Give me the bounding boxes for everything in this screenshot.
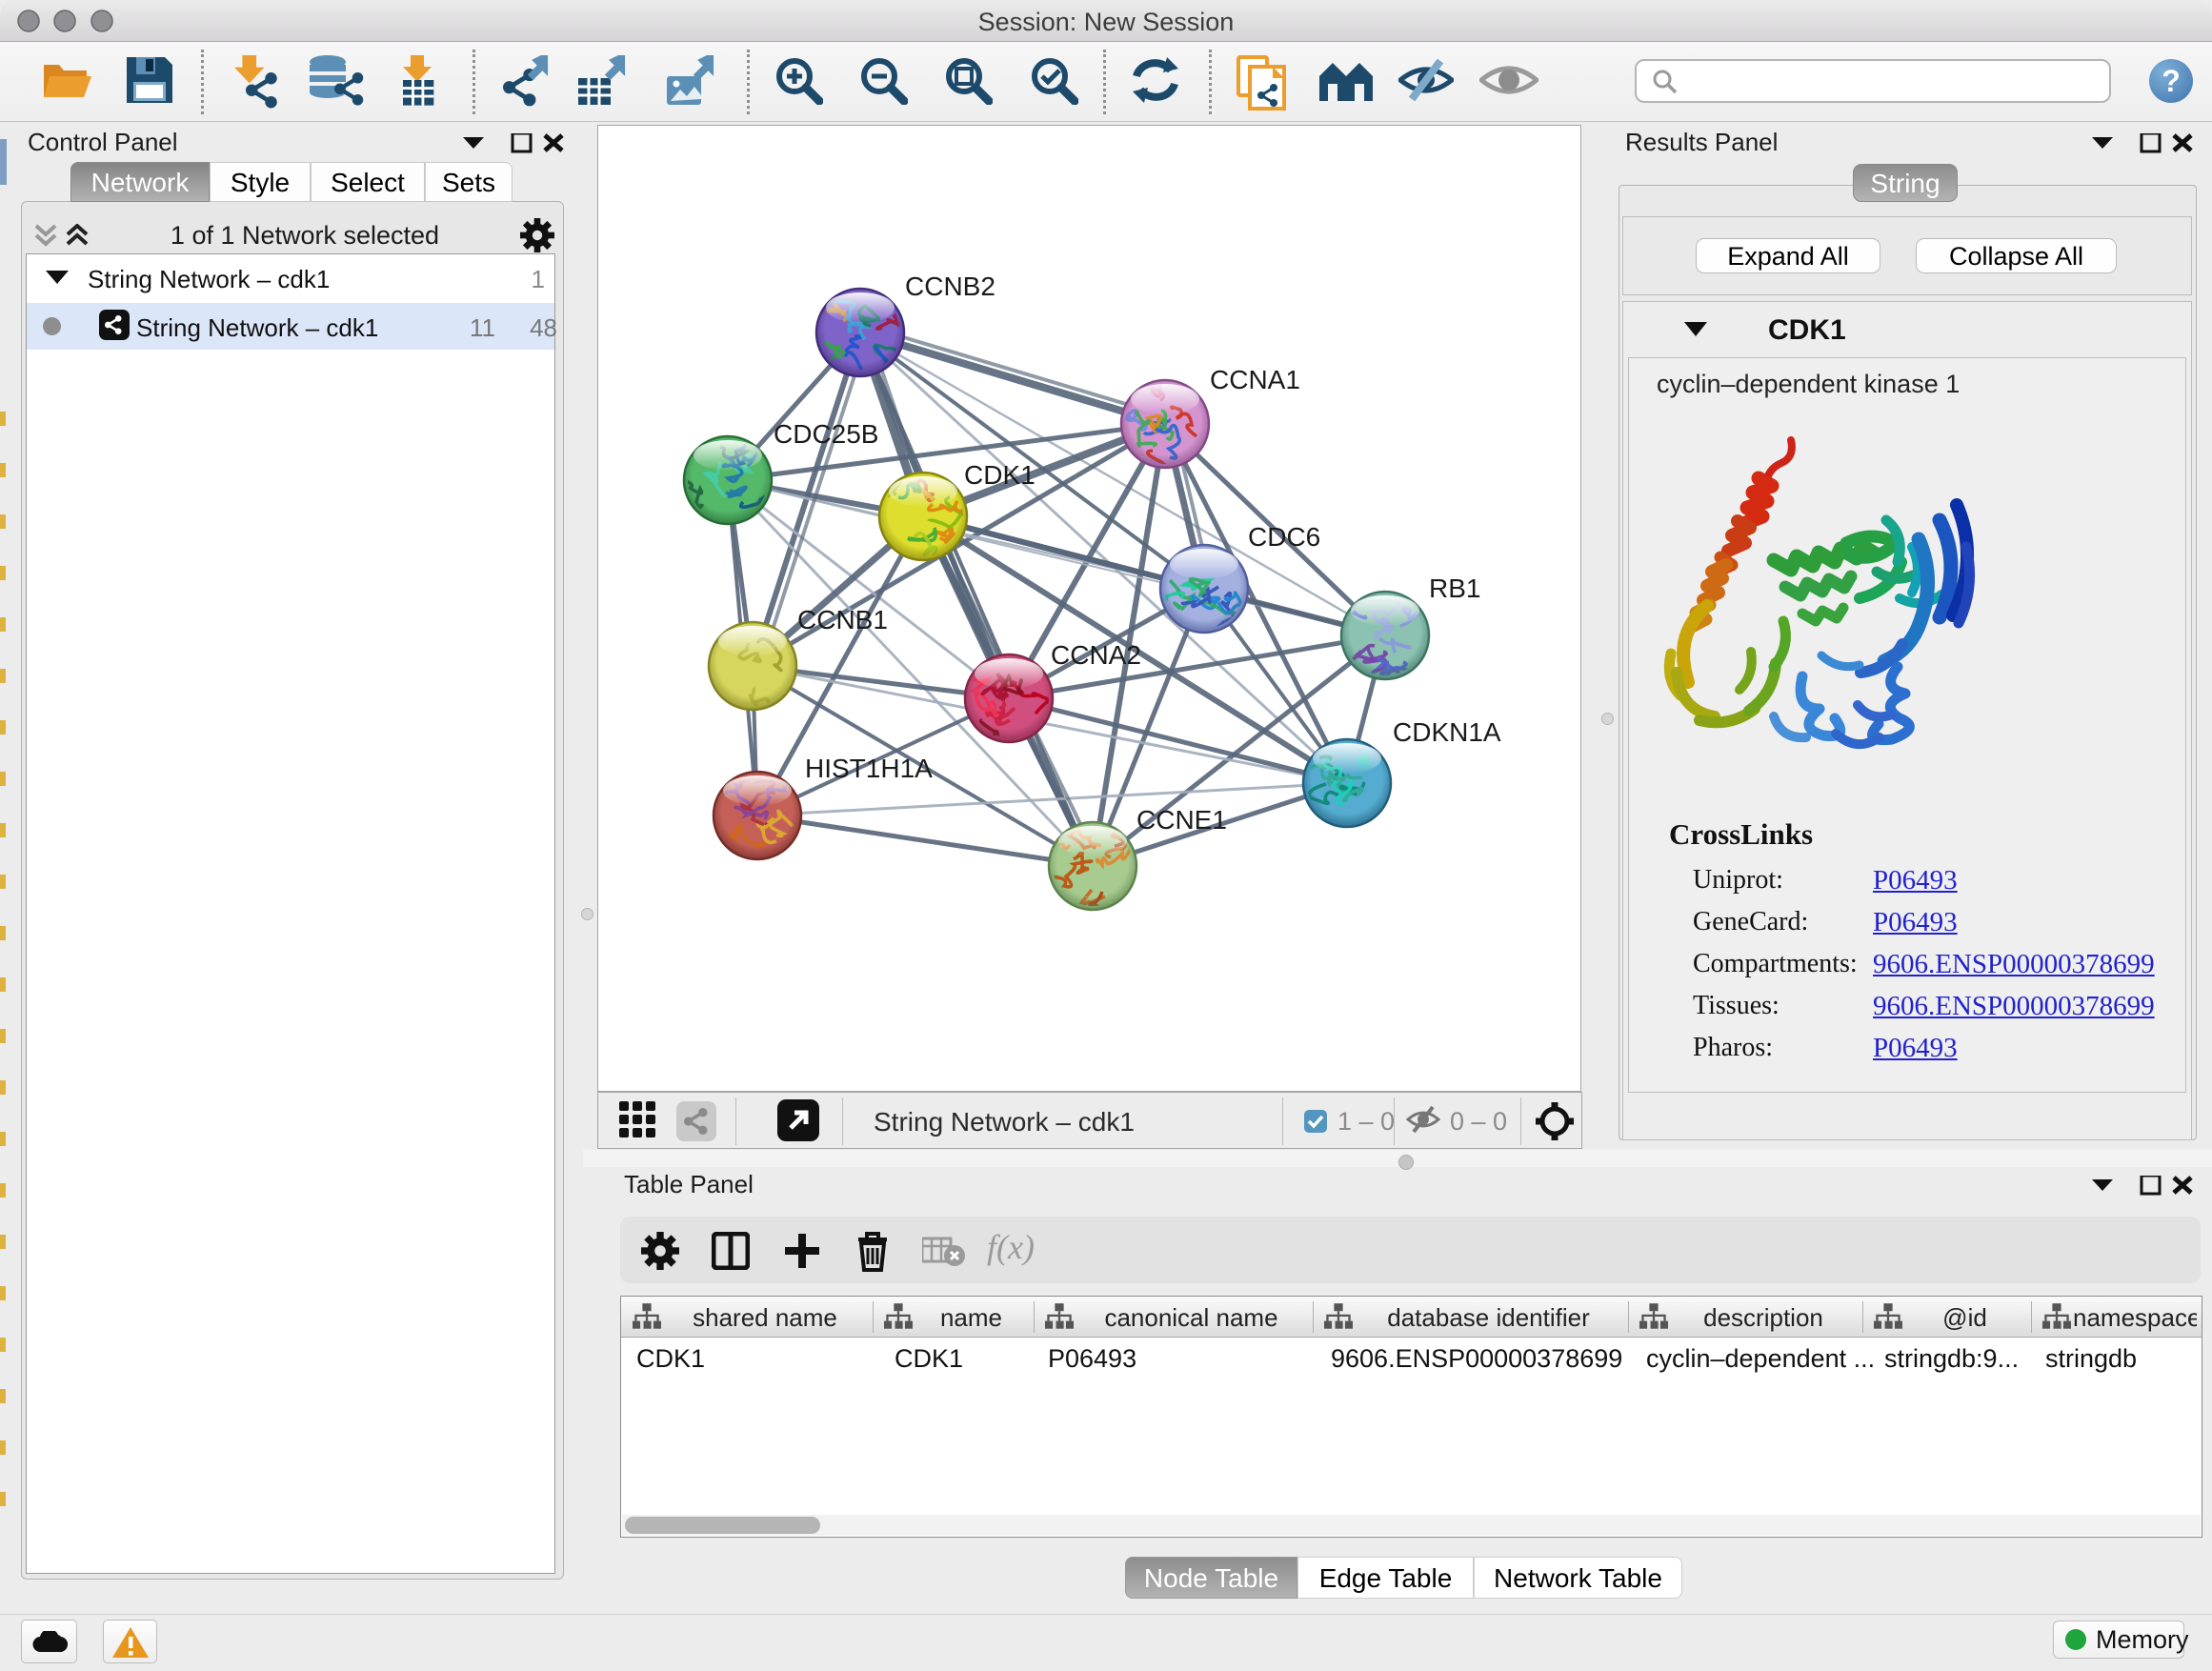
svg-text:CCNA2: CCNA2 — [1051, 640, 1141, 670]
svg-text:HIST1H1A: HIST1H1A — [805, 754, 933, 783]
svg-text:CCNB1: CCNB1 — [797, 605, 888, 634]
svg-text:CCNA1: CCNA1 — [1210, 365, 1300, 394]
svg-text:CDC25B: CDC25B — [774, 419, 878, 449]
svg-text:CCNE1: CCNE1 — [1136, 805, 1227, 835]
svg-text:CCNB2: CCNB2 — [905, 272, 995, 301]
svg-text:RB1: RB1 — [1429, 574, 1480, 603]
svg-text:CDK1: CDK1 — [964, 460, 1036, 490]
svg-text:CDKN1A: CDKN1A — [1393, 717, 1501, 747]
svg-text:CDC6: CDC6 — [1248, 522, 1320, 552]
